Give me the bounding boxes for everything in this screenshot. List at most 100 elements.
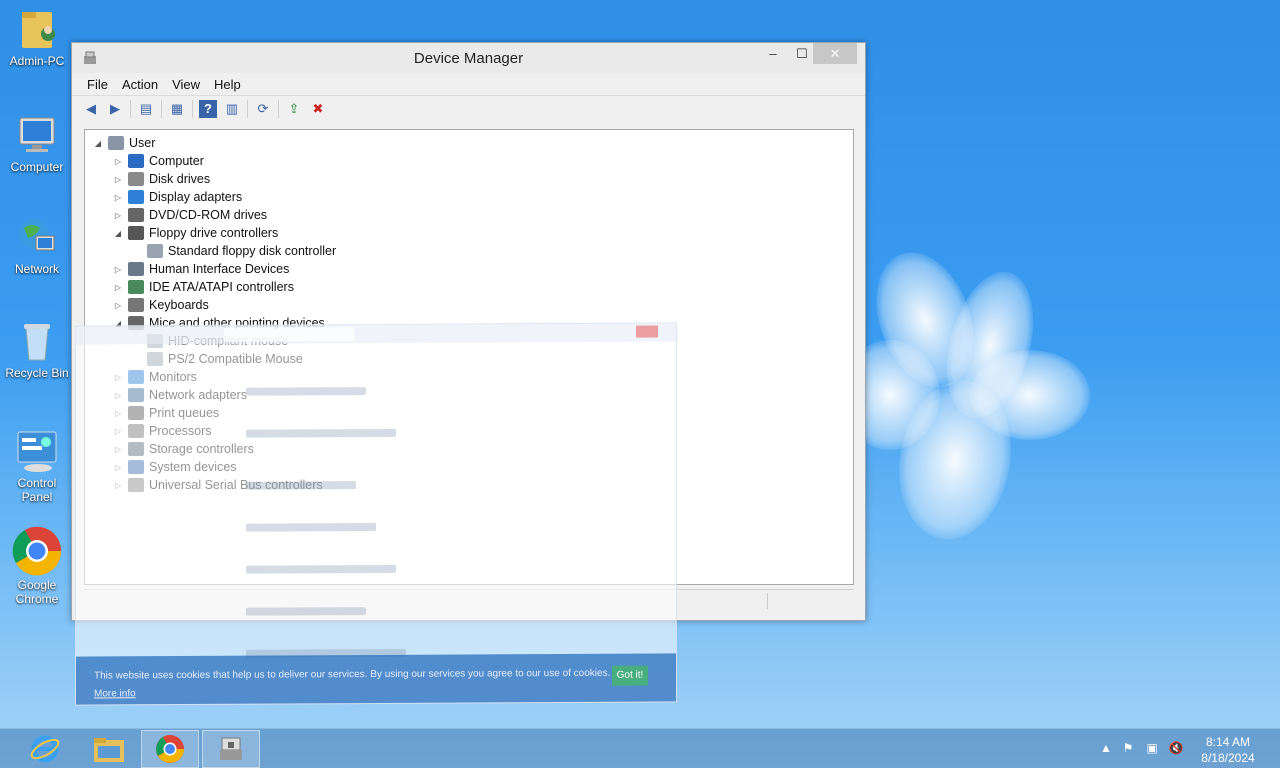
device-category-icon <box>128 172 144 186</box>
system-tray: ▲ ⚑ ▣ 🔇 8:14 AM 8/18/2024 <box>1090 729 1280 768</box>
uninstall-icon[interactable]: ✖ <box>309 100 327 118</box>
desktop-icon-label: Network <box>14 262 59 276</box>
close-button[interactable]: ✕ <box>813 43 857 64</box>
desktop-icon-recycle-bin[interactable]: Recycle Bin <box>4 318 70 380</box>
properties-icon[interactable]: ▦ <box>168 100 186 118</box>
internet-explorer-icon <box>30 735 60 763</box>
toolbar-separator <box>247 99 248 118</box>
tree-item-label: Display adapters <box>149 190 243 204</box>
tree-item[interactable]: ▷ Human Interface Devices <box>113 260 289 278</box>
tree-root[interactable]: ◢ User <box>93 134 155 152</box>
tree-item-label: Keyboards <box>149 298 209 312</box>
device-category-icon <box>128 190 144 204</box>
tree-item-label: Computer <box>149 154 204 168</box>
got-it-button[interactable]: Got it! <box>612 665 648 686</box>
collapse-arrow-icon[interactable]: ◢ <box>93 139 103 148</box>
expand-arrow-icon[interactable]: ▷ <box>113 193 123 202</box>
tree-item[interactable]: ◢ Floppy drive controllers <box>113 224 278 242</box>
desktop-icon-label: Control Panel <box>17 476 57 504</box>
ghost-content-line <box>246 387 366 396</box>
ghost-close-icon <box>636 325 658 338</box>
ghost-content-line <box>246 564 396 574</box>
network-status-icon[interactable]: ▣ <box>1144 741 1160 757</box>
status-divider <box>767 593 768 609</box>
device-category-icon <box>128 298 144 312</box>
action-center-flag-icon[interactable]: ⚑ <box>1120 741 1136 757</box>
user-folder-icon <box>14 6 60 52</box>
menu-view[interactable]: View <box>167 77 205 92</box>
device-category-icon <box>128 262 144 276</box>
desktop-icon-network[interactable]: Network <box>4 214 70 276</box>
tree-item[interactable]: ▷ Computer <box>113 152 204 170</box>
ghost-title-bar <box>76 323 676 345</box>
expand-arrow-icon[interactable]: ▷ <box>113 211 123 220</box>
menu-help[interactable]: Help <box>209 77 246 92</box>
wallpaper-flower <box>840 230 1100 560</box>
desktop-icon-label: Recycle Bin <box>5 366 69 380</box>
minimize-button[interactable]: – <box>758 43 788 64</box>
more-info-link[interactable]: More info <box>94 688 136 699</box>
desktop-icon-google-chrome[interactable]: Google Chrome <box>4 526 70 606</box>
back-icon[interactable]: ◀ <box>82 100 100 118</box>
collapse-arrow-icon[interactable]: ◢ <box>113 229 123 238</box>
taskbar-file-explorer[interactable] <box>80 730 138 768</box>
tree-item[interactable]: ▷ DVD/CD-ROM drives <box>113 206 267 224</box>
scan-hardware-icon[interactable]: ⟳ <box>254 100 272 118</box>
tree-child-item[interactable]: Standard floppy disk controller <box>147 242 336 260</box>
action-pane-icon[interactable]: ▥ <box>223 100 241 118</box>
ghost-content-line <box>246 428 396 438</box>
device-category-icon <box>128 280 144 294</box>
tree-item-label: Human Interface Devices <box>149 262 290 276</box>
title-bar[interactable]: Device Manager – ☐ ✕ <box>72 43 865 73</box>
desktop-icon-control-panel[interactable]: Control Panel <box>4 428 70 504</box>
expand-arrow-icon[interactable]: ▷ <box>113 265 123 274</box>
show-hidden-icons-icon[interactable]: ▲ <box>1098 741 1114 757</box>
network-icon <box>14 214 60 260</box>
expand-arrow-icon[interactable]: ▷ <box>113 301 123 310</box>
device-category-icon <box>128 208 144 222</box>
help-icon[interactable]: ? <box>199 99 217 118</box>
volume-muted-icon[interactable]: 🔇 <box>1168 741 1184 757</box>
tree-root-label: User <box>129 136 156 150</box>
update-driver-icon[interactable]: ⇪ <box>285 100 303 118</box>
cookie-banner: This website uses cookies that help us t… <box>76 653 676 705</box>
file-explorer-icon <box>94 738 124 762</box>
ghost-content-line <box>246 481 356 490</box>
menu-action[interactable]: Action <box>117 77 163 92</box>
device-icon <box>147 244 163 258</box>
taskbar-internet-explorer[interactable] <box>16 730 74 768</box>
ghost-content-line <box>246 607 366 616</box>
tree-item-label: Disk drives <box>149 172 211 186</box>
expand-arrow-icon[interactable]: ▷ <box>113 157 123 166</box>
taskbar-google-chrome[interactable] <box>141 730 199 768</box>
show-hide-console-tree-icon[interactable]: ▤ <box>137 100 155 118</box>
ghost-browser-tab <box>224 327 354 342</box>
clock[interactable]: 8:14 AM 8/18/2024 <box>1198 734 1258 766</box>
tree-child-label: Standard floppy disk controller <box>168 244 337 258</box>
expand-arrow-icon[interactable]: ▷ <box>113 175 123 184</box>
control-panel-icon <box>14 428 60 474</box>
desktop-icon-admin-pc[interactable]: Admin-PC <box>4 6 70 68</box>
taskbar-device-manager[interactable] <box>202 730 260 768</box>
tree-item[interactable]: ▷ Display adapters <box>113 188 242 206</box>
tree-item[interactable]: ▷ Disk drives <box>113 170 210 188</box>
forward-icon[interactable]: ▶ <box>106 100 124 118</box>
ghost-content-line <box>246 523 376 532</box>
device-category-icon <box>128 154 144 168</box>
expand-arrow-icon[interactable]: ▷ <box>113 283 123 292</box>
chrome-icon <box>156 735 184 763</box>
computer-icon <box>14 112 60 158</box>
ghost-browser-window: This website uses cookies that help us t… <box>75 322 677 706</box>
toolbar: ◀ ▶ ▤ ▦ ? ▥ ⟳ ⇪ ✖ <box>72 95 865 121</box>
tree-item[interactable]: ▷ Keyboards <box>113 296 209 314</box>
desktop-icon-computer[interactable]: Computer <box>4 112 70 174</box>
toolbar-separator <box>130 99 131 118</box>
desktop-icon-label: Admin-PC <box>9 54 65 68</box>
device-category-icon <box>128 226 144 240</box>
device-manager-icon <box>220 737 242 760</box>
menu-file[interactable]: File <box>82 77 113 92</box>
toolbar-separator <box>278 99 279 118</box>
tree-item[interactable]: ▷ IDE ATA/ATAPI controllers <box>113 278 294 296</box>
cookie-message: This website uses cookies that help us t… <box>94 667 611 682</box>
computer-icon <box>108 136 124 150</box>
